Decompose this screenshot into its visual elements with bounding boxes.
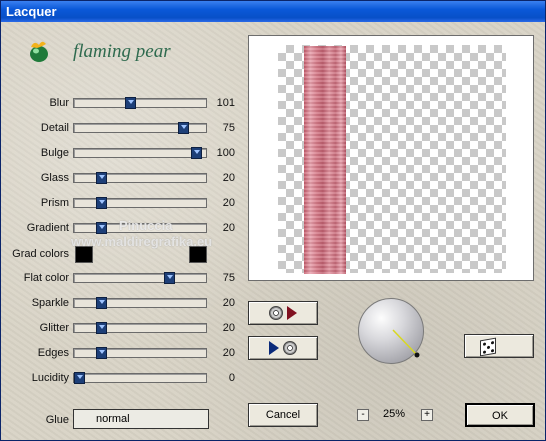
edges-slider[interactable]: [73, 347, 207, 359]
flat-color-slider-thumb[interactable]: [164, 272, 175, 284]
glass-slider[interactable]: [73, 172, 207, 184]
edges-slider-thumb[interactable]: [96, 347, 107, 359]
edges-value: 20: [222, 347, 235, 359]
window-title: Lacquer: [6, 4, 57, 19]
lacquer-dialog: Lacquer flaming pear Blur 101 Detail 75 Bulg…: [0, 0, 546, 441]
cd-icon: [283, 341, 297, 355]
blur-label: Blur: [49, 97, 69, 109]
brand-name: flaming pear: [73, 41, 171, 62]
zoom-out-button[interactable]: -: [357, 409, 369, 421]
lucidity-slider-thumb[interactable]: [74, 372, 85, 384]
dialog-body: flaming pear Blur 101 Detail 75 Bulge 100 Glas…: [1, 22, 545, 440]
prism-value: 20: [222, 197, 235, 209]
zoom-level: 25%: [382, 408, 406, 420]
randomize-button[interactable]: [464, 334, 534, 358]
glass-slider-thumb[interactable]: [96, 172, 107, 184]
lucidity-label: Lucidity: [31, 372, 69, 384]
arrow-right-icon: [269, 341, 279, 355]
detail-label: Detail: [40, 122, 69, 134]
gradient-label: Gradient: [26, 222, 69, 234]
bulge-slider[interactable]: [73, 147, 207, 159]
watermark-line1: Pinuccia: [119, 218, 173, 233]
save-settings-button[interactable]: [248, 336, 318, 360]
glue-label: Glue: [45, 414, 69, 426]
bulge-slider-thumb[interactable]: [191, 147, 202, 159]
flat-color-slider[interactable]: [73, 272, 207, 284]
title-bar: Lacquer: [1, 1, 545, 22]
prism-label: Prism: [40, 197, 69, 209]
watermark-line2: www.maldiregrafika.eu: [71, 234, 213, 249]
preview-pane[interactable]: [248, 35, 534, 281]
glass-label: Glass: [40, 172, 69, 184]
arrow-right-icon: [287, 306, 297, 320]
sparkle-slider-thumb[interactable]: [96, 297, 107, 309]
sparkle-label: Sparkle: [31, 297, 69, 309]
sparkle-slider[interactable]: [73, 297, 207, 309]
dice-icon: [480, 337, 496, 357]
blur-value: 101: [216, 97, 235, 109]
glitter-slider-thumb[interactable]: [96, 322, 107, 334]
glue-mode-select[interactable]: normal: [73, 409, 209, 429]
gradient-slider-thumb[interactable]: [96, 222, 107, 234]
bulge-value: 100: [216, 147, 235, 159]
light-direction-dial[interactable]: [358, 298, 424, 364]
flat-color-label: Flat color: [23, 272, 69, 284]
gradient-value: 20: [222, 222, 235, 234]
detail-slider-thumb[interactable]: [178, 122, 189, 134]
glitter-slider[interactable]: [73, 322, 207, 334]
detail-slider[interactable]: [73, 122, 207, 134]
prism-slider[interactable]: [73, 197, 207, 209]
lucidity-value: 0: [228, 372, 235, 384]
glass-value: 20: [222, 172, 235, 184]
light-direction-indicator: [392, 329, 420, 358]
blur-slider-thumb[interactable]: [125, 97, 136, 109]
lucidity-slider[interactable]: [73, 372, 207, 384]
load-settings-button[interactable]: [248, 301, 318, 325]
flat-color-value: 75: [222, 272, 235, 284]
cancel-button[interactable]: Cancel: [248, 403, 318, 427]
glitter-value: 20: [222, 322, 235, 334]
preview-image-strip: [304, 46, 346, 274]
blur-slider[interactable]: [73, 97, 207, 109]
bulge-label: Bulge: [40, 147, 69, 159]
zoom-in-button[interactable]: +: [421, 409, 433, 421]
prism-slider-thumb[interactable]: [96, 197, 107, 209]
glitter-label: Glitter: [39, 322, 69, 334]
ok-button[interactable]: OK: [465, 403, 535, 427]
sparkle-value: 20: [222, 297, 235, 309]
flaming-pear-logo-icon: [30, 41, 48, 62]
grad-colors-label: Grad colors: [12, 248, 69, 260]
edges-label: Edges: [37, 347, 69, 359]
detail-value: 75: [222, 122, 235, 134]
cd-icon: [269, 306, 283, 320]
